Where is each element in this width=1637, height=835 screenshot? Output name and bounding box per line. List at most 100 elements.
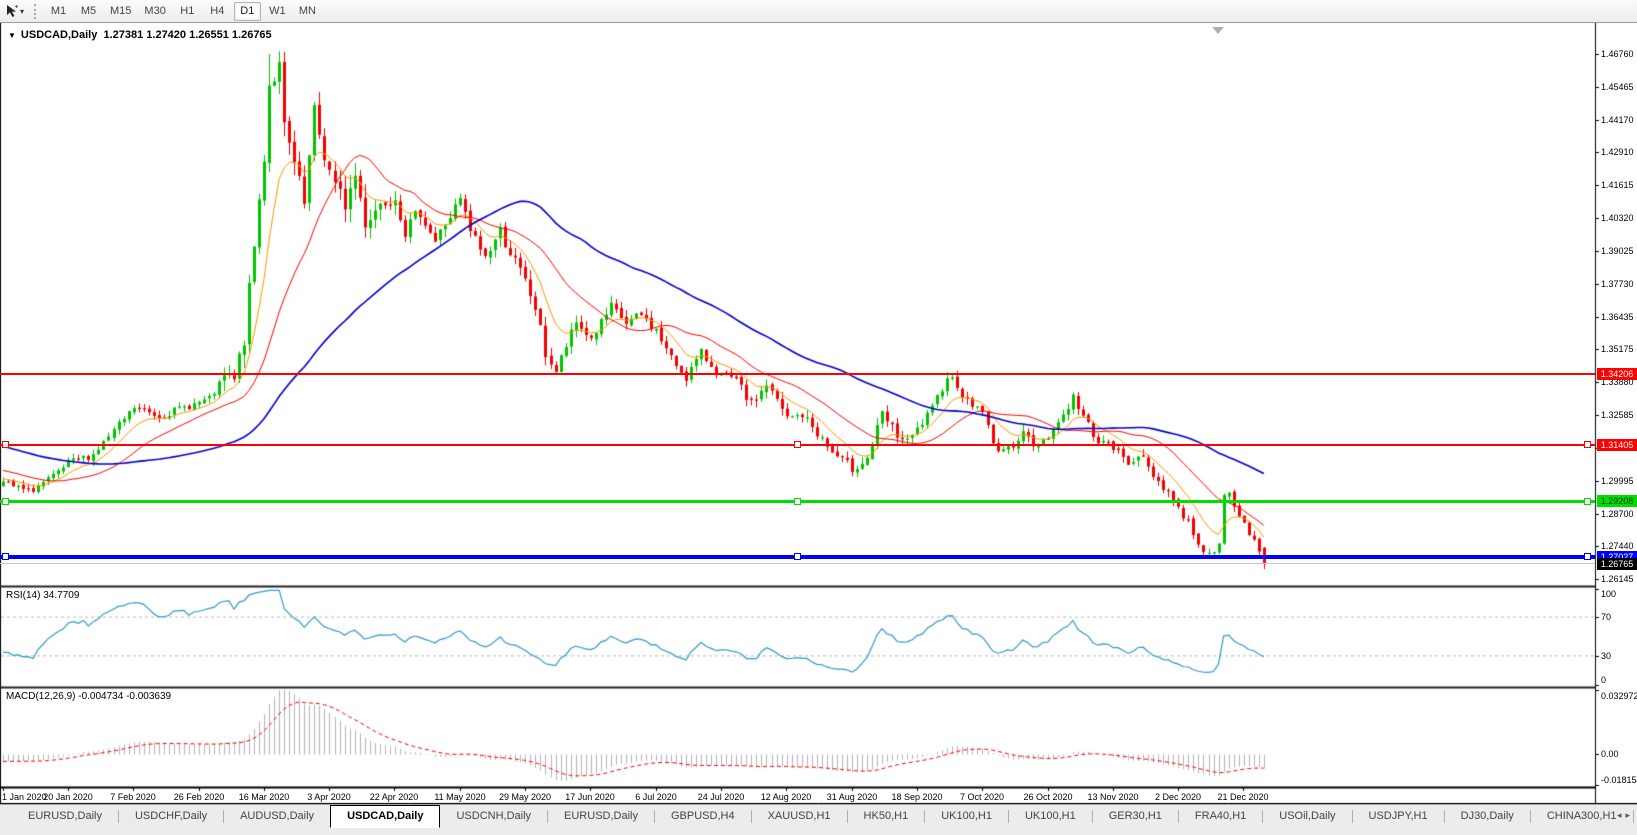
timeframe-button-m15[interactable]: M15 bbox=[105, 2, 136, 21]
hline-handle[interactable] bbox=[1584, 441, 1591, 448]
timeframe-button-w1[interactable]: W1 bbox=[264, 2, 291, 21]
tool-dropdown-caret[interactable]: ▾ bbox=[20, 7, 24, 16]
rsi-axis-label: 100 bbox=[1601, 589, 1637, 599]
price-axis-label: 1.28700 bbox=[1601, 509, 1637, 519]
rsi-axis-label: 30 bbox=[1601, 651, 1637, 661]
date-axis-label-12-aug-2020: 12 Aug 2020 bbox=[761, 792, 812, 802]
date-axis-label-7-feb-2020: 7 Feb 2020 bbox=[110, 792, 156, 802]
timeframe-button-m30[interactable]: M30 bbox=[139, 2, 170, 21]
price-axis-label: 1.40320 bbox=[1601, 213, 1637, 223]
price-axis-label: 1.26145 bbox=[1601, 574, 1637, 584]
timeframe-button-m1[interactable]: M1 bbox=[45, 2, 72, 21]
date-axis-label-17-jun-2020: 17 Jun 2020 bbox=[565, 792, 615, 802]
tab-ger30-h1-11[interactable]: GER30,H1 bbox=[1093, 805, 1178, 827]
date-axis-label-24-jul-2020: 24 Jul 2020 bbox=[698, 792, 745, 802]
price-axis-label: 1.41615 bbox=[1601, 180, 1637, 190]
tab-fra40-h1-12[interactable]: FRA40,H1 bbox=[1179, 805, 1262, 827]
date-axis-label-3-apr-2020: 3 Apr 2020 bbox=[307, 792, 351, 802]
price-axis-label: 1.46760 bbox=[1601, 49, 1637, 59]
mt4-window: ▾ M1M5M15M30H1H4D1W1MN ▼ USDCAD,Daily 1.2… bbox=[0, 0, 1637, 835]
hline-handle[interactable] bbox=[2, 553, 9, 560]
price-level-badge-1.29208: 1.29208 bbox=[1597, 495, 1637, 507]
tab-usoil-h1-17[interactable]: USOil,H1 bbox=[1634, 805, 1637, 827]
tab-usoil-daily-13[interactable]: USOil,Daily bbox=[1263, 805, 1351, 827]
timeframe-button-h1[interactable]: H1 bbox=[174, 2, 201, 21]
price-axis-label: 1.32585 bbox=[1601, 410, 1637, 420]
hline-1.26765[interactable] bbox=[0, 563, 1595, 564]
tab-eurusd-daily-5[interactable]: EURUSD,Daily bbox=[548, 805, 654, 827]
tab-usdcad-daily-3[interactable]: USDCAD,Daily bbox=[330, 805, 440, 828]
hline-handle[interactable] bbox=[794, 553, 801, 560]
chart-title: ▼ USDCAD,Daily 1.27381 1.27420 1.26551 1.… bbox=[8, 29, 272, 41]
price-axis-label: 1.27440 bbox=[1601, 541, 1637, 551]
price-axis-label: 1.37730 bbox=[1601, 279, 1637, 289]
tab-eurusd-daily-0[interactable]: EURUSD,Daily bbox=[12, 805, 118, 827]
price-axis-label: 1.29995 bbox=[1601, 476, 1637, 486]
price-axis-label: 1.36435 bbox=[1601, 312, 1637, 322]
price-level-badge-1.31405: 1.31405 bbox=[1597, 439, 1637, 451]
tab-uk100-h1-10[interactable]: UK100,H1 bbox=[1009, 805, 1092, 827]
hline-handle[interactable] bbox=[2, 441, 9, 448]
chart-ohlc-values: 1.27381 1.27420 1.26551 1.26765 bbox=[103, 29, 271, 41]
timeframe-buttons: M1M5M15M30H1H4D1W1MN bbox=[45, 2, 321, 21]
chart-window: ▼ USDCAD,Daily 1.27381 1.27420 1.26551 1.… bbox=[0, 23, 1637, 804]
hline-handle[interactable] bbox=[1584, 553, 1591, 560]
hline-handle[interactable] bbox=[794, 498, 801, 505]
toolbar-grip[interactable] bbox=[34, 4, 38, 19]
macd-axis-label: 0.00 bbox=[1601, 749, 1637, 759]
tab-audusd-daily-2[interactable]: AUDUSD,Daily bbox=[224, 805, 330, 827]
hline-1.29208[interactable] bbox=[0, 500, 1595, 503]
timeframe-button-m5[interactable]: M5 bbox=[75, 2, 102, 21]
tab-gbpusd-h4-6[interactable]: GBPUSD,H4 bbox=[655, 805, 751, 827]
title-caret-icon[interactable]: ▼ bbox=[8, 31, 16, 40]
hline-1.34206[interactable] bbox=[0, 373, 1595, 375]
date-axis-label-20-jan-2020: 20 Jan 2020 bbox=[43, 792, 93, 802]
tab-usdchf-daily-1[interactable]: USDCHF,Daily bbox=[119, 805, 223, 827]
price-axis-label: 1.35175 bbox=[1601, 344, 1637, 354]
price-axis-label: 1.45465 bbox=[1601, 82, 1637, 92]
hline-handle[interactable] bbox=[794, 441, 801, 448]
price-axis-label: 1.39025 bbox=[1601, 246, 1637, 256]
crosshair-tool-icon bbox=[5, 4, 19, 18]
hline-1.27027[interactable] bbox=[0, 555, 1595, 559]
tab-scroll-right-icon[interactable]: ▸ bbox=[1625, 810, 1634, 820]
date-axis-label-29-may-2020: 29 May 2020 bbox=[499, 792, 551, 802]
hline-handle[interactable] bbox=[1584, 498, 1591, 505]
tab-dj30-daily-15[interactable]: DJ30,Daily bbox=[1445, 805, 1530, 827]
hline-handle[interactable] bbox=[2, 498, 9, 505]
chart-symbol-label: USDCAD,Daily bbox=[21, 29, 97, 41]
timeframe-button-h4[interactable]: H4 bbox=[204, 2, 231, 21]
tab-xauusd-h1-7[interactable]: XAUUSD,H1 bbox=[752, 805, 847, 827]
date-axis-label-18-sep-2020: 18 Sep 2020 bbox=[891, 792, 942, 802]
timeframe-toolbar: ▾ M1M5M15M30H1H4D1W1MN bbox=[0, 0, 1637, 23]
timeframe-button-mn[interactable]: MN bbox=[294, 2, 321, 21]
macd-indicator-label: MACD(12,26,9) -0.004734 -0.003639 bbox=[6, 691, 171, 702]
tab-usdcnh-daily-4[interactable]: USDCNH,Daily bbox=[440, 805, 547, 827]
date-axis-label-31-aug-2020: 31 Aug 2020 bbox=[827, 792, 878, 802]
crosshair-tool-button[interactable]: ▾ bbox=[2, 4, 27, 18]
date-axis-label-22-apr-2020: 22 Apr 2020 bbox=[370, 792, 419, 802]
rsi-axis-label: 70 bbox=[1601, 612, 1637, 622]
price-axis-label: 1.44170 bbox=[1601, 115, 1637, 125]
rsi-indicator-label: RSI(14) 34.7709 bbox=[6, 590, 79, 601]
date-axis-label-26-feb-2020: 26 Feb 2020 bbox=[174, 792, 225, 802]
tab-uk100-h1-9[interactable]: UK100,H1 bbox=[925, 805, 1008, 827]
rsi-axis-label: 0 bbox=[1601, 675, 1637, 685]
tab-usdjpy-h1-14[interactable]: USDJPY,H1 bbox=[1353, 805, 1444, 827]
tab-scroll-arrows: ◂▸ bbox=[1617, 810, 1634, 821]
date-axis-label-7-oct-2020: 7 Oct 2020 bbox=[960, 792, 1004, 802]
chart-canvas[interactable] bbox=[0, 23, 1637, 804]
macd-axis-label: -0.018154 bbox=[1601, 775, 1637, 785]
date-axis-label-2-dec-2020: 2 Dec 2020 bbox=[1155, 792, 1201, 802]
date-axis-label-16-mar-2020: 16 Mar 2020 bbox=[239, 792, 290, 802]
price-axis-label: 1.42910 bbox=[1601, 147, 1637, 157]
scroll-end-marker-icon[interactable] bbox=[1212, 27, 1224, 34]
timeframe-button-d1[interactable]: D1 bbox=[234, 2, 261, 21]
hline-1.31405[interactable] bbox=[0, 444, 1595, 446]
price-level-badge-1.34206: 1.34206 bbox=[1597, 368, 1637, 380]
date-axis-label-1-jan-2020: 1 Jan 2020 bbox=[2, 792, 47, 802]
date-axis-label-6-jul-2020: 6 Jul 2020 bbox=[635, 792, 677, 802]
chart-tabs: EURUSD,DailyUSDCHF,DailyAUDUSD,DailyUSDC… bbox=[12, 805, 1637, 828]
date-axis-label-26-oct-2020: 26 Oct 2020 bbox=[1023, 792, 1072, 802]
tab-hk50-h1-8[interactable]: HK50,H1 bbox=[848, 805, 925, 827]
